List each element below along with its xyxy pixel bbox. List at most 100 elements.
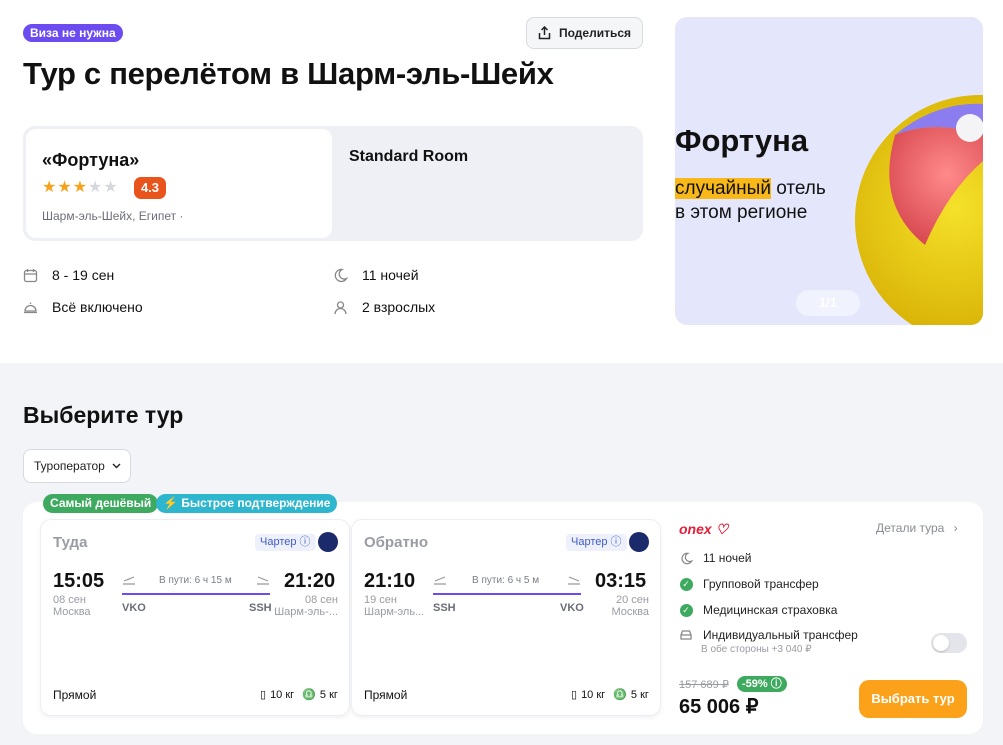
feature-individual-transfer: Индивидуальный трансфер xyxy=(679,628,858,642)
room-type: Standard Room xyxy=(349,148,469,165)
old-price: 157 689 ₽ xyxy=(679,679,729,691)
individual-transfer-toggle[interactable] xyxy=(931,633,967,653)
trip-nights: 11 ночей xyxy=(333,267,419,283)
tour-offer-card: Туда Чартер ⓘ 15:05 08 сен Москва В пути… xyxy=(23,502,983,734)
moon-icon xyxy=(334,268,348,282)
fast-confirmation-tag: ⚡ Быстрое подтверждение xyxy=(156,494,338,513)
operator-logo[interactable]: onex ♡ xyxy=(679,521,728,538)
star-icon: ★ xyxy=(57,179,72,196)
flight-line xyxy=(122,593,270,595)
flight-return[interactable]: Обратно Чартер ⓘ 21:10 19 сен Шарм-эль..… xyxy=(352,520,660,715)
chevron-right-icon: › xyxy=(953,521,958,535)
suitcase-icon: ▯ xyxy=(571,689,578,701)
check-icon: ✓ xyxy=(679,603,693,617)
cheapest-tag: Самый дешёвый xyxy=(43,494,159,513)
departure-time: 21:10 xyxy=(364,570,416,592)
flight-line xyxy=(433,593,581,595)
promo-line2: в этом регионе xyxy=(675,202,808,223)
star-rating: ★ ★ ★ ★ ★ xyxy=(42,180,118,196)
suitcase-icon: ▯ xyxy=(260,689,267,701)
car-icon xyxy=(679,628,693,642)
hand-baggage-weight: 5 кг xyxy=(319,688,338,701)
select-tour-button[interactable]: Выбрать тур xyxy=(859,680,967,718)
trip-meal: Всё включено xyxy=(23,299,143,315)
moon-icon xyxy=(679,551,693,565)
flight-duration: В пути: 6 ч 15 м xyxy=(159,575,232,586)
hotel-location: Шарм-эль-Шейх, Египет · xyxy=(42,209,184,223)
charter-badge[interactable]: Чартер ⓘ xyxy=(566,534,627,551)
trip-nights-text: 11 ночей xyxy=(362,267,419,283)
arrival-code: SSH xyxy=(249,602,272,614)
hand-bag-icon: ♎ xyxy=(302,689,316,701)
departure-city: Москва xyxy=(53,606,91,618)
arrival-date: 20 сен xyxy=(616,594,649,606)
departure-date: 08 сен xyxy=(53,594,86,606)
page-title: Тур с перелётом в Шарм-эль-Шейх xyxy=(23,56,554,91)
visa-badge: Виза не нужна xyxy=(23,24,123,42)
promo-line1-rest: отель xyxy=(770,178,826,199)
feature-group-transfer-text: Групповой трансфер xyxy=(703,577,819,591)
transfer-price-note: В обе стороны +3 040 ₽ xyxy=(701,644,812,655)
hand-bag-icon: ♎ xyxy=(613,689,627,701)
promo-title: Фортуна xyxy=(675,123,809,158)
operator-filter-label: Туроператор xyxy=(34,459,105,473)
check-icon: ✓ xyxy=(679,577,693,591)
feature-individual-transfer-text: Индивидуальный трансфер xyxy=(703,628,858,642)
flight-type: Прямой xyxy=(364,688,408,702)
section-title: Выберите тур xyxy=(23,402,184,428)
trip-dates: 8 - 19 сен xyxy=(23,267,114,283)
hotel-card[interactable]: «Фортуна» ★ ★ ★ ★ ★ 4.3 Шарм-эль-Шейх, Е… xyxy=(26,129,332,238)
feature-group-transfer: ✓ Групповой трансфер xyxy=(679,577,819,591)
flight-outbound[interactable]: Туда Чартер ⓘ 15:05 08 сен Москва В пути… xyxy=(41,520,349,715)
baggage-weight: 10 кг xyxy=(270,688,295,701)
share-button[interactable]: Поделиться xyxy=(526,17,643,49)
person-icon xyxy=(334,300,347,314)
landing-icon xyxy=(568,576,580,585)
takeoff-icon xyxy=(434,576,446,585)
baggage-weight: 10 кг xyxy=(581,688,606,701)
trip-guests: 2 взрослых xyxy=(333,299,435,315)
beach-ball-icon xyxy=(855,95,983,325)
departure-code: SSH xyxy=(433,602,456,614)
departure-date: 19 сен xyxy=(364,594,397,606)
chevron-down-icon xyxy=(112,463,121,469)
arrival-date: 08 сен xyxy=(305,594,338,606)
share-icon xyxy=(538,26,551,40)
arrival-time: 03:15 xyxy=(595,570,647,592)
hotel-name: «Фортуна» xyxy=(42,150,140,170)
share-label: Поделиться xyxy=(559,26,632,40)
airline-logo-icon xyxy=(318,532,338,552)
airline-logo-icon xyxy=(629,532,649,552)
current-price: 65 006 ₽ xyxy=(679,696,759,718)
discount-badge[interactable]: -59% ⓘ xyxy=(737,676,787,692)
departure-time: 15:05 xyxy=(53,570,105,592)
flight-heading: Обратно xyxy=(364,534,429,551)
feature-nights: 11 ночей xyxy=(679,551,751,565)
tour-details-label: Детали тура xyxy=(876,521,945,535)
promo-pager: 1/1 xyxy=(796,290,860,316)
tour-details-link[interactable]: Детали тура › xyxy=(876,521,958,535)
operator-filter-dropdown[interactable]: Туроператор xyxy=(23,449,131,483)
promo-highlight: случайный xyxy=(675,178,771,199)
tour-header-section: Виза не нужна Поделиться Тур с перелётом… xyxy=(0,0,1003,363)
promo-banner[interactable]: Фортуна случайный отель в этом регионе 1… xyxy=(675,17,983,325)
charter-badge[interactable]: Чартер ⓘ xyxy=(255,534,316,551)
calendar-icon xyxy=(23,268,38,282)
flight-type: Прямой xyxy=(53,688,97,702)
flight-duration: В пути: 6 ч 5 м xyxy=(472,575,540,586)
arrival-code: VKO xyxy=(560,602,584,614)
takeoff-icon xyxy=(123,576,135,585)
promo-line1: случайный отель xyxy=(675,178,826,200)
star-icon: ★ xyxy=(88,179,103,196)
trip-dates-text: 8 - 19 сен xyxy=(52,267,115,283)
baggage-info: ▯ 10 кг ♎ 5 кг xyxy=(260,688,338,702)
trip-guests-text: 2 взрослых xyxy=(362,299,436,315)
hand-baggage-weight: 5 кг xyxy=(630,688,649,701)
star-icon: ★ xyxy=(103,179,118,196)
cloche-icon xyxy=(24,302,37,313)
baggage-info: ▯ 10 кг ♎ 5 кг xyxy=(571,688,649,702)
departure-code: VKO xyxy=(122,602,146,614)
rating-badge: 4.3 xyxy=(134,177,166,199)
flight-heading: Туда xyxy=(53,534,88,551)
hotel-room-box: «Фортуна» ★ ★ ★ ★ ★ 4.3 Шарм-эль-Шейх, Е… xyxy=(23,126,643,241)
